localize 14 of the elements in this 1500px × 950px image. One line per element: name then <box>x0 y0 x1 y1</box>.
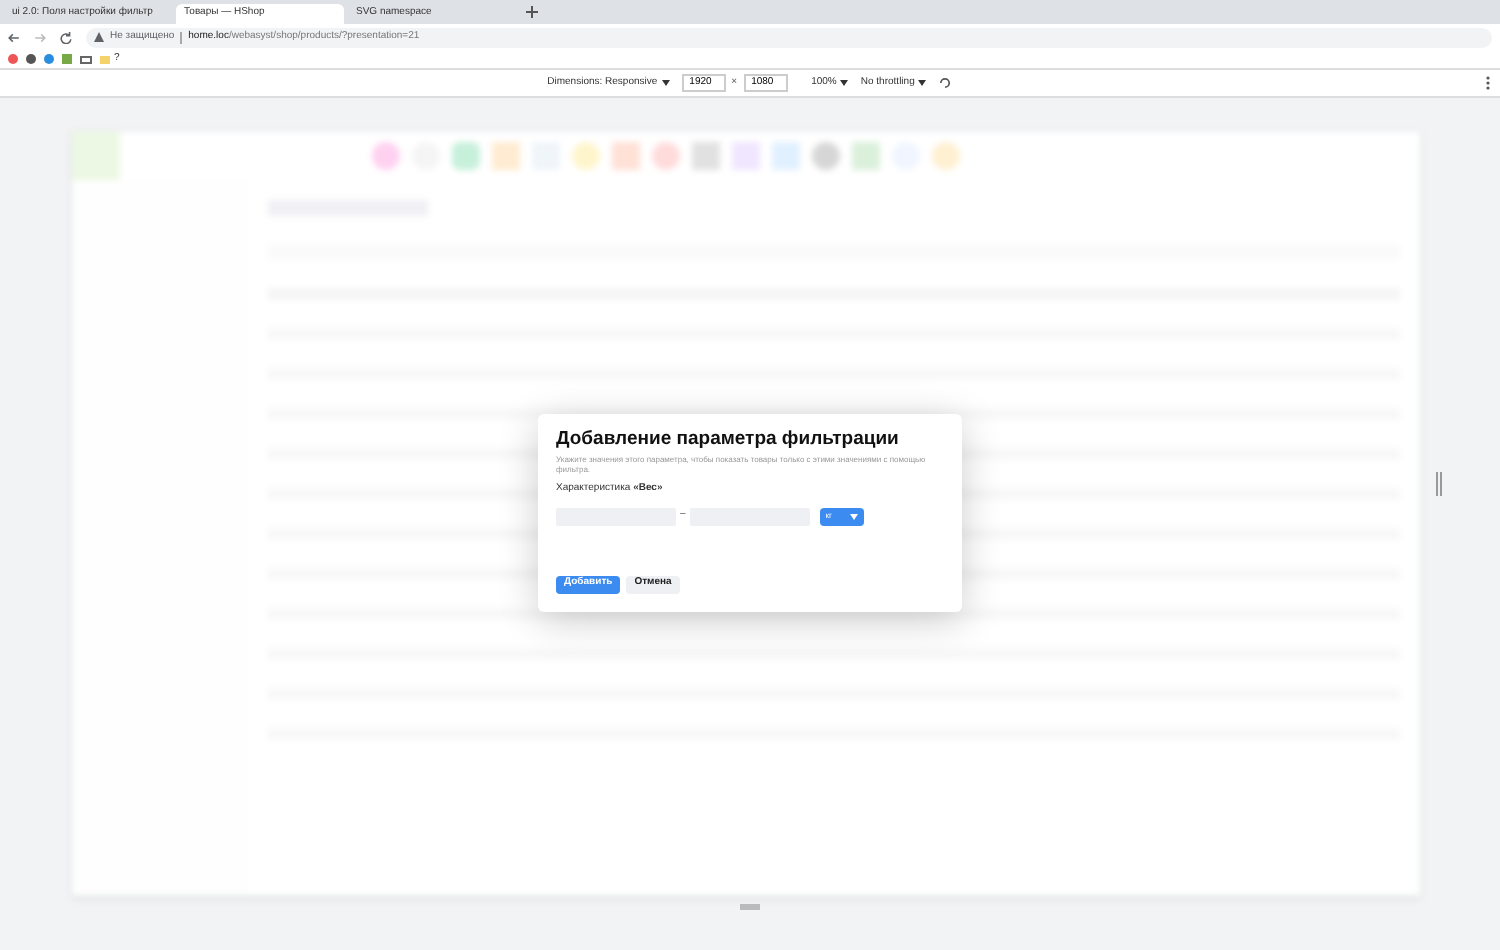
monitor-icon[interactable] <box>80 55 92 63</box>
caret-icon <box>840 80 849 86</box>
warning-icon <box>94 32 104 42</box>
reload-icon[interactable] <box>60 31 72 43</box>
caret-icon <box>661 80 670 86</box>
rotate-icon[interactable] <box>938 76 953 90</box>
resize-handle[interactable] <box>1436 472 1442 496</box>
back-icon[interactable] <box>8 31 20 43</box>
forward-icon[interactable] <box>34 31 46 43</box>
new-tab-icon[interactable] <box>526 6 538 18</box>
resize-handle[interactable] <box>740 904 760 910</box>
dialog-title: Добавление параметра фильтрации <box>556 428 901 450</box>
caret-icon <box>849 513 858 519</box>
caret-icon <box>918 80 927 86</box>
